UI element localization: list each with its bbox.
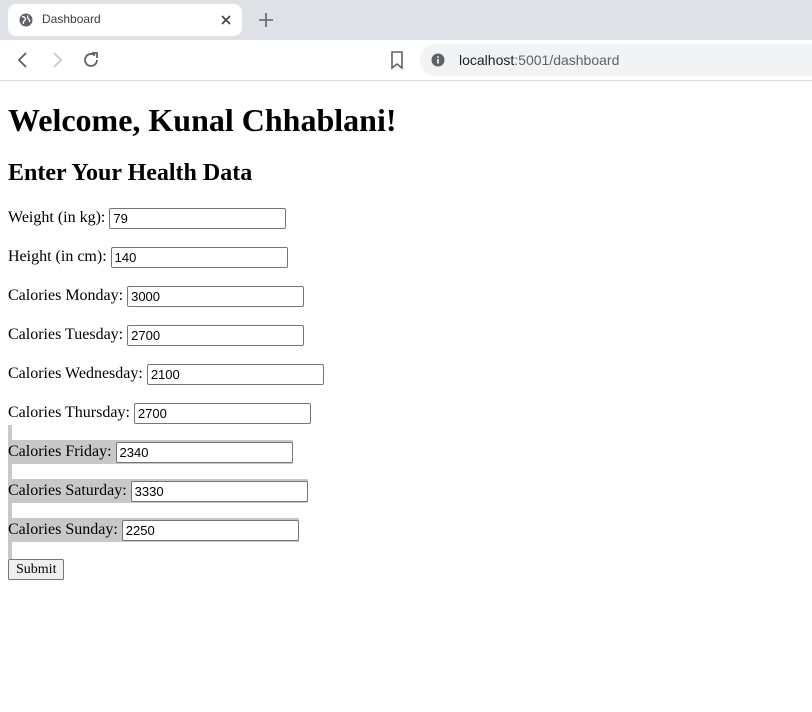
calories-sunday-label: Calories Sunday: xyxy=(8,521,118,539)
height-label: Height (in cm): xyxy=(8,248,107,265)
back-arrow-icon[interactable] xyxy=(13,50,33,70)
height-input[interactable] xyxy=(110,246,288,268)
calories-saturday-field: Calories Saturday: xyxy=(8,479,308,503)
weight-input[interactable] xyxy=(109,207,287,229)
calories-monday-field: Calories Monday: xyxy=(8,284,305,308)
weight-label: Weight (in kg): xyxy=(8,209,106,226)
info-icon[interactable] xyxy=(431,53,445,67)
calories-wednesday-input[interactable] xyxy=(146,363,324,385)
calories-wednesday-field: Calories Wednesday: xyxy=(8,362,324,386)
close-icon[interactable] xyxy=(218,12,234,28)
url-text: localhost:5001/dashboard xyxy=(459,52,619,68)
calories-monday-label: Calories Monday: xyxy=(8,287,124,304)
address-bar[interactable]: localhost:5001/dashboard xyxy=(420,44,812,76)
calories-friday-field: Calories Friday: xyxy=(8,440,293,464)
bookmark-icon[interactable] xyxy=(388,50,406,70)
section-heading: Enter Your Health Data xyxy=(8,160,253,186)
calories-tuesday-field: Calories Tuesday: xyxy=(8,323,305,347)
tab-strip: Dashboard xyxy=(0,0,812,40)
calories-friday-input[interactable] xyxy=(115,441,293,463)
browser-toolbar: localhost:5001/dashboard xyxy=(0,40,812,81)
calories-thursday-input[interactable] xyxy=(133,402,311,424)
height-field: Height (in cm): xyxy=(8,245,288,269)
page-title: Welcome, Kunal Chhablani! xyxy=(8,102,397,138)
calories-sunday-input[interactable] xyxy=(121,519,299,541)
browser-tab[interactable]: Dashboard xyxy=(8,4,242,36)
globe-icon xyxy=(19,13,33,27)
plus-icon[interactable] xyxy=(257,11,275,29)
calories-thursday-field: Calories Thursday: xyxy=(8,401,311,425)
reload-icon[interactable] xyxy=(81,50,101,70)
calories-saturday-input[interactable] xyxy=(130,480,308,502)
page-content: Welcome, Kunal Chhablani! Enter Your Hea… xyxy=(0,81,812,712)
calories-monday-input[interactable] xyxy=(127,285,305,307)
calories-tuesday-label: Calories Tuesday: xyxy=(8,326,124,343)
url-path: :5001/dashboard xyxy=(514,52,620,68)
calories-thursday-label: Calories Thursday: xyxy=(8,404,130,421)
forward-arrow-icon[interactable] xyxy=(47,50,67,70)
url-host: localhost xyxy=(459,52,515,68)
weight-field: Weight (in kg): xyxy=(8,206,287,230)
calories-wednesday-label: Calories Wednesday: xyxy=(8,365,143,382)
calories-saturday-label: Calories Saturday: xyxy=(8,482,127,500)
calories-tuesday-input[interactable] xyxy=(127,324,305,346)
submit-button[interactable]: Submit xyxy=(8,559,65,580)
tab-title: Dashboard xyxy=(42,12,101,26)
calories-friday-label: Calories Friday: xyxy=(8,443,112,461)
calories-sunday-field: Calories Sunday: xyxy=(8,518,299,542)
